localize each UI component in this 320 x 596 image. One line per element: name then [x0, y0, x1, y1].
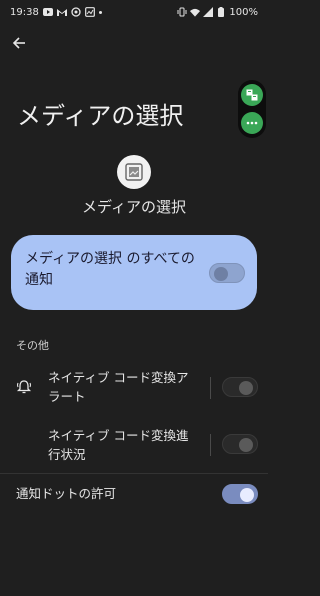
- all-notifications-card[interactable]: メディアの選択 のすべての通知: [11, 235, 257, 310]
- status-bar: 19:38 100%: [0, 0, 268, 24]
- transcode-alert-toggle[interactable]: [222, 377, 258, 397]
- battery-icon: [216, 7, 226, 17]
- translate-icon: [246, 89, 258, 101]
- back-button[interactable]: [10, 34, 28, 52]
- app-icon: [117, 155, 151, 189]
- youtube-icon: [42, 7, 53, 17]
- translate-button[interactable]: [241, 84, 263, 106]
- all-notifications-toggle[interactable]: [209, 263, 245, 283]
- more-icon: [246, 121, 258, 125]
- all-notifications-label: メディアの選択 のすべての通知: [25, 251, 195, 288]
- floating-bubble: [238, 80, 266, 138]
- app-name: メディアの選択: [82, 198, 186, 216]
- whatsapp-icon: [71, 7, 81, 17]
- dot-icon: [98, 10, 102, 14]
- divider-vertical: [210, 434, 211, 456]
- image-picker-icon: [125, 163, 143, 181]
- page-title: メディアの選択: [17, 102, 184, 130]
- list-item-notification-dot[interactable]: 通知ドットの許可: [0, 482, 268, 506]
- toggle-knob: [240, 488, 254, 502]
- signal-icon: [203, 7, 214, 17]
- vibrate-icon: [177, 7, 187, 17]
- divider-vertical: [210, 377, 211, 399]
- bell-icon: [16, 379, 32, 395]
- toggle-knob: [214, 267, 228, 281]
- list-item-transcode-progress[interactable]: ネイティブ コード変換進行状況: [0, 426, 268, 466]
- section-header-other: その他: [16, 339, 49, 352]
- wifi-icon: [190, 7, 201, 17]
- list-item-transcode-alert[interactable]: ネイティブ コード変換アラート: [0, 368, 268, 408]
- battery-percent: 100%: [229, 6, 258, 18]
- section-divider: [0, 473, 268, 474]
- list-item-label: ネイティブ コード変換進行状況: [48, 428, 189, 462]
- list-item-label: ネイティブ コード変換アラート: [48, 370, 189, 404]
- status-right: 100%: [177, 7, 258, 18]
- more-button[interactable]: [241, 112, 263, 134]
- transcode-progress-toggle[interactable]: [222, 434, 258, 454]
- gmail-icon: [56, 7, 67, 17]
- status-time: 19:38: [10, 6, 39, 18]
- arrow-back-icon: [12, 37, 25, 49]
- notification-dot-label: 通知ドットの許可: [16, 486, 117, 501]
- image-icon: [84, 7, 95, 17]
- notification-dot-toggle[interactable]: [222, 484, 258, 504]
- toggle-knob: [239, 381, 253, 395]
- toggle-knob: [239, 438, 253, 452]
- status-left: 19:38: [10, 7, 102, 18]
